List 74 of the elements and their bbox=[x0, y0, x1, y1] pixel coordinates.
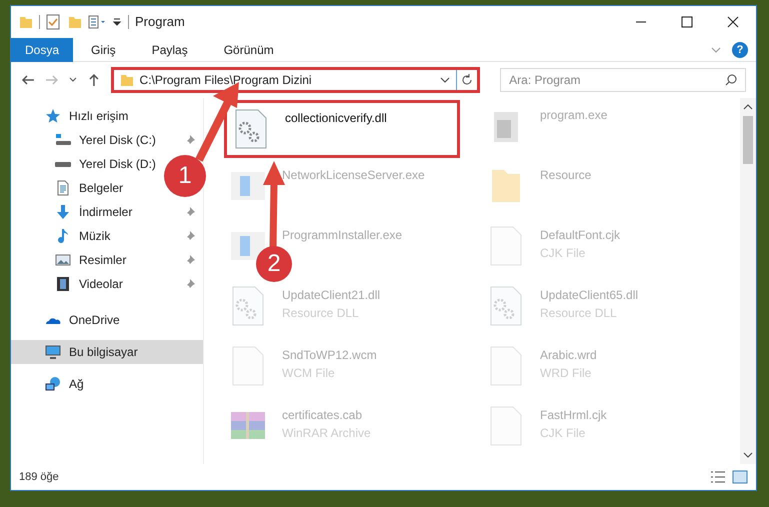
file-name: Arabic.wrd bbox=[540, 347, 597, 364]
file-name: SndToWP12.wcm bbox=[282, 347, 377, 364]
folder-icon bbox=[19, 15, 33, 29]
up-arrow-icon[interactable] bbox=[86, 73, 101, 87]
blank-file-icon bbox=[488, 346, 524, 386]
file-name: ProgrammInstaller.exe bbox=[282, 227, 402, 244]
document-icon bbox=[55, 180, 71, 196]
picture-icon bbox=[55, 252, 71, 268]
file-name: program.exe bbox=[540, 107, 608, 124]
file-name: NetworkLicenseServer.exe bbox=[282, 167, 425, 184]
back-arrow-icon[interactable] bbox=[21, 73, 35, 87]
blank-file-icon bbox=[488, 226, 524, 266]
sidebar-label[interactable]: Videolar bbox=[79, 275, 123, 293]
thumbnail-view-icon[interactable] bbox=[732, 470, 748, 484]
drive-icon bbox=[55, 162, 71, 166]
star-icon bbox=[45, 108, 61, 124]
sidebar-label[interactable]: Resimler bbox=[79, 251, 126, 269]
search-icon[interactable] bbox=[725, 74, 738, 86]
chevron-up-icon[interactable] bbox=[743, 102, 753, 112]
music-note-icon bbox=[55, 228, 71, 244]
ribbon-tab[interactable]: Dosya bbox=[11, 38, 74, 62]
address-path: C:\Program Files\Program Dizini bbox=[140, 72, 313, 89]
film-icon bbox=[55, 276, 71, 292]
drive-icon bbox=[55, 134, 71, 146]
pin-icon bbox=[185, 231, 195, 241]
gear-file-icon bbox=[488, 286, 524, 326]
sidebar-label[interactable]: Yerel Disk (C:) bbox=[79, 131, 156, 149]
blank-file-icon bbox=[488, 406, 524, 446]
highlighted-file-item[interactable]: collectionicverify.dll bbox=[224, 100, 460, 158]
chevron-down-icon[interactable] bbox=[743, 450, 753, 460]
scrollbar-thumb[interactable] bbox=[743, 116, 753, 164]
pin-icon bbox=[185, 255, 195, 265]
sidebar-item[interactable]: Bu bilgisayar bbox=[11, 340, 203, 364]
pin-icon bbox=[185, 135, 195, 145]
ribbon-tab[interactable]: Görünüm bbox=[210, 38, 288, 62]
search-field[interactable]: Ara: Program bbox=[500, 68, 746, 92]
chevron-down-icon[interactable] bbox=[68, 76, 77, 84]
address-bar[interactable]: C:\Program Files\Program Dizini bbox=[110, 67, 480, 93]
scrollbar[interactable] bbox=[740, 98, 756, 464]
file-name: FastHrml.cjk bbox=[540, 407, 607, 424]
properties-icon[interactable] bbox=[88, 15, 108, 29]
sidebar-label[interactable]: İndirmeler bbox=[79, 203, 132, 221]
network-icon bbox=[45, 376, 61, 392]
file-name: Resource bbox=[540, 167, 592, 184]
sidebar-label[interactable]: Bu bilgisayar bbox=[69, 343, 138, 361]
down-arrow-icon bbox=[55, 204, 71, 220]
ribbon-tab[interactable]: Paylaş bbox=[138, 38, 202, 62]
window-title: Program bbox=[135, 13, 185, 32]
gear-file-icon bbox=[230, 286, 266, 326]
file-name: UpdateClient65.dll bbox=[540, 287, 638, 304]
sidebar-label[interactable]: OneDrive bbox=[69, 311, 120, 329]
folder-icon bbox=[120, 73, 134, 87]
sidebar-label[interactable]: Ağ bbox=[69, 375, 84, 393]
blank-file-icon bbox=[230, 346, 266, 386]
checklist-icon[interactable] bbox=[46, 14, 60, 30]
sidebar-label[interactable]: Müzik bbox=[79, 227, 110, 245]
pin-icon bbox=[185, 207, 195, 217]
gear-file-icon bbox=[233, 109, 269, 149]
details-view-icon[interactable] bbox=[710, 470, 726, 484]
chevron-down-icon[interactable] bbox=[440, 75, 450, 85]
help-button[interactable]: ? bbox=[732, 42, 748, 58]
sidebar-label[interactable]: Belgeler bbox=[79, 179, 124, 197]
pin-icon bbox=[185, 279, 195, 289]
file-name: collectionicverify.dll bbox=[285, 110, 387, 127]
file-name: UpdateClient21.dll bbox=[282, 287, 380, 304]
ribbon-tab[interactable]: Giriş bbox=[77, 38, 130, 62]
file-name: certificates.cab bbox=[282, 407, 364, 424]
computer-icon bbox=[45, 344, 61, 360]
sidebar-label[interactable]: Hızlı erişim bbox=[69, 107, 128, 125]
dropdown-icon[interactable] bbox=[112, 17, 122, 27]
sidebar-label[interactable]: Yerel Disk (D:) bbox=[79, 155, 156, 173]
search-input[interactable]: Ara: Program bbox=[509, 71, 726, 89]
item-count: 189 öğe bbox=[19, 470, 60, 485]
file-name: DefaultFont.cjk bbox=[540, 227, 620, 244]
